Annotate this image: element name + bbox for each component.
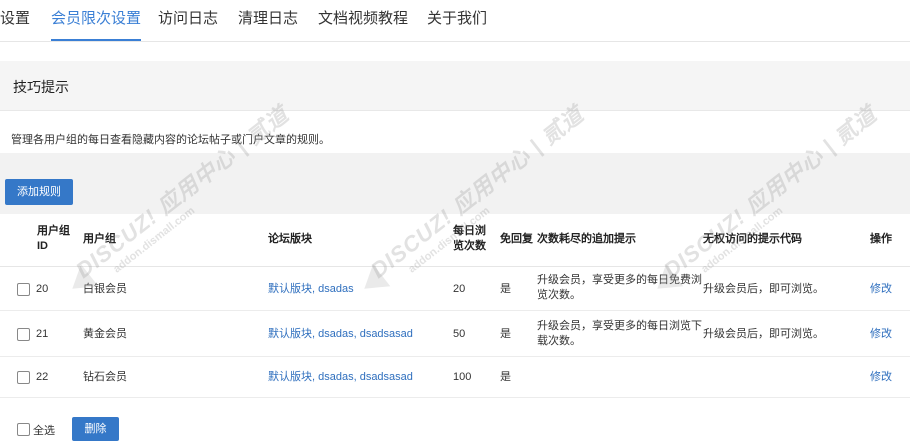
select-all-checkbox[interactable] (17, 423, 30, 436)
header-free-reply: 免回复 (500, 233, 533, 245)
row-forum-link[interactable]: 默认版块, dsadas (268, 282, 354, 297)
table-row: 22 钻石会员 默认版块, dsadas, dsadsasad 100 是 修改 (0, 357, 910, 398)
row-daily-views: 100 (453, 371, 472, 383)
header-group: 用户组 (83, 233, 116, 245)
select-all-label: 全选 (33, 425, 55, 437)
header-extra-hint: 次数耗尽的追加提示 (537, 233, 636, 245)
tab-settings[interactable]: 设置 (0, 0, 30, 41)
header-daily-line2: 览次数 (453, 240, 486, 252)
row-no-access-code: 升级会员后，即可浏览。 (703, 283, 824, 295)
row-extra-hint-line1: 升级会员，享受更多的每日免费浏 (537, 274, 702, 286)
row-group-id: 22 (36, 371, 49, 383)
row-checkbox[interactable] (17, 283, 30, 296)
tab-access-log[interactable]: 访问日志 (158, 0, 218, 41)
row-extra-hint: 升级会员，享受更多的每日免费浏 览次数。 (537, 273, 702, 303)
row-forum-link[interactable]: 默认版块, dsadas, dsadsasad (268, 327, 413, 342)
row-daily-views: 20 (453, 283, 466, 295)
header-daily-line1: 每日浏 (453, 225, 486, 237)
row-group-id: 21 (36, 328, 49, 340)
add-rule-button[interactable]: 添加规则 (5, 179, 73, 205)
row-checkbox[interactable] (17, 328, 30, 341)
row-free-reply: 是 (500, 328, 511, 340)
top-tab-bar: 设置 会员限次设置 访问日志 清理日志 文档视频教程 关于我们 (0, 0, 910, 42)
header-group-id-line1: 用户组 (37, 225, 70, 237)
row-extra-hint-line2: 载次数。 (537, 335, 581, 347)
row-group-id: 20 (36, 283, 49, 295)
header-action: 操作 (870, 233, 892, 245)
row-extra-hint: 升级会员，享受更多的每日浏览下 载次数。 (537, 319, 702, 349)
tips-description: 管理各用户组的每日查看隐藏内容的论坛帖子或门户文章的规则。 (11, 134, 330, 146)
tab-about-us[interactable]: 关于我们 (427, 0, 487, 41)
header-group-id-line2: ID (37, 240, 48, 252)
header-no-access-code: 无权访问的提示代码 (703, 233, 802, 245)
row-checkbox[interactable] (17, 371, 30, 384)
tab-clear-log[interactable]: 清理日志 (238, 0, 298, 41)
row-forum-link[interactable]: 默认版块, dsadas, dsadsasad (268, 370, 413, 385)
row-free-reply: 是 (500, 283, 511, 295)
tab-member-limit-settings[interactable]: 会员限次设置 (51, 0, 142, 41)
table-header: 用户组 ID 用户组 论坛版块 每日浏 览次数 免回复 次数耗尽的追加提示 无权… (0, 214, 910, 267)
edit-link[interactable]: 修改 (870, 370, 892, 385)
toolbar-band (0, 153, 910, 214)
tab-video-tutorials[interactable]: 文档视频教程 (318, 0, 408, 41)
table-row: 21 黄金会员 默认版块, dsadas, dsadsasad 50 是 升级会… (0, 311, 910, 357)
edit-link[interactable]: 修改 (870, 282, 892, 297)
header-daily-views: 每日浏 览次数 (453, 224, 486, 254)
row-extra-hint-line1: 升级会员，享受更多的每日浏览下 (537, 320, 702, 332)
tips-title: 技巧提示 (13, 79, 69, 95)
row-no-access-code: 升级会员后，即可浏览。 (703, 328, 824, 340)
row-daily-views: 50 (453, 328, 466, 340)
row-group-name: 钻石会员 (83, 371, 127, 383)
header-group-id: 用户组 ID (37, 224, 70, 254)
row-free-reply: 是 (500, 371, 511, 383)
row-group-name: 白银会员 (83, 283, 127, 295)
row-group-name: 黄金会员 (83, 328, 127, 340)
table-row: 20 白银会员 默认版块, dsadas 20 是 升级会员，享受更多的每日免费… (0, 266, 910, 311)
tips-header: 技巧提示 (0, 61, 910, 111)
row-extra-hint-line2: 览次数。 (537, 289, 581, 301)
delete-button[interactable]: 删除 (72, 417, 119, 441)
edit-link[interactable]: 修改 (870, 327, 892, 342)
header-forum: 论坛版块 (268, 233, 312, 245)
